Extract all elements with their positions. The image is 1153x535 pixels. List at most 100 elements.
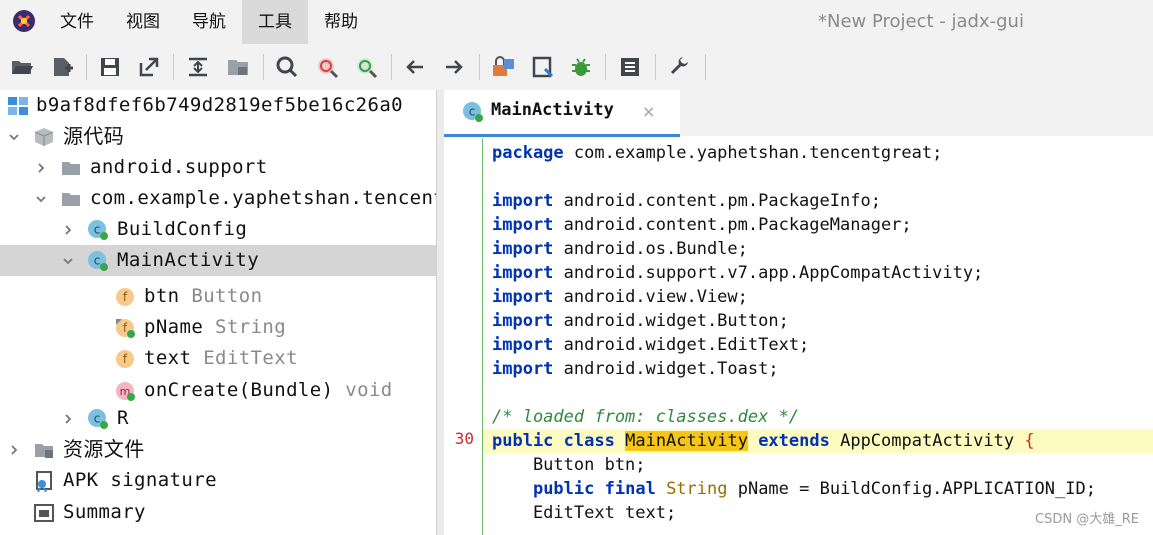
menu-bar: 文件 视图 导航 工具 帮助 xyxy=(44,0,374,44)
flatten-packages-icon[interactable] xyxy=(224,53,252,81)
toolbar-separator xyxy=(605,54,606,80)
tree-field-btn[interactable]: f btn Button xyxy=(0,281,436,312)
method-icon: m xyxy=(114,380,136,402)
toolbar-separator xyxy=(705,54,706,80)
class-icon: c xyxy=(462,101,484,123)
menu-navigation[interactable]: 导航 xyxy=(176,0,242,44)
editor-tab-bar: c MainActivity × xyxy=(444,90,1153,137)
code-editor: c MainActivity × 30 package com.example.… xyxy=(444,90,1153,535)
code-line: import android.widget.Toast; xyxy=(492,359,779,379)
svg-text:c: c xyxy=(94,412,101,426)
tree-field-label: pName String xyxy=(144,316,287,338)
tab-mainactivity[interactable]: c MainActivity × xyxy=(444,90,680,137)
class-icon: c xyxy=(87,408,109,430)
certificate-icon xyxy=(33,470,55,493)
panel-splitter[interactable] xyxy=(436,90,444,535)
menu-help[interactable]: 帮助 xyxy=(308,0,374,44)
sync-icon[interactable] xyxy=(184,53,212,81)
field-icon: f xyxy=(114,317,136,339)
code-line: import android.content.pm.PackageInfo; xyxy=(492,191,881,211)
title-bar: 文件 视图 导航 工具 帮助 *New Project - jadx-gui xyxy=(0,0,1153,44)
tree-summary[interactable]: Summary xyxy=(0,497,436,528)
menu-tools[interactable]: 工具 xyxy=(242,0,308,44)
tree-class-label: MainActivity xyxy=(117,249,260,271)
find-class-icon[interactable] xyxy=(313,53,341,81)
quick-tab-icon[interactable] xyxy=(529,53,557,81)
code-line: package com.example.yaphetshan.tencentgr… xyxy=(492,143,943,163)
code-line: import android.widget.Button; xyxy=(492,311,789,331)
tree-class-mainactivity[interactable]: c MainActivity xyxy=(0,245,436,276)
tree-source-code-label: 源代码 xyxy=(63,124,125,148)
tree-class-r[interactable]: c R xyxy=(0,403,436,434)
package-folder-icon xyxy=(60,188,82,210)
line-number: 30 xyxy=(454,429,474,448)
tree-method-oncreate[interactable]: m onCreate(Bundle) void xyxy=(0,375,436,406)
menu-view[interactable]: 视图 xyxy=(110,0,176,44)
toolbar xyxy=(0,44,1153,90)
toolbar-separator xyxy=(479,54,480,80)
svg-text:c: c xyxy=(94,254,101,268)
toolbar-separator xyxy=(173,54,174,80)
code-line: import android.view.View; xyxy=(492,287,748,307)
deobfuscation-icon[interactable] xyxy=(489,53,517,81)
toolbar-separator xyxy=(86,54,87,80)
chevron-down-icon[interactable] xyxy=(6,121,22,152)
class-icon: c xyxy=(87,250,109,272)
save-icon[interactable] xyxy=(96,53,124,81)
svg-text:c: c xyxy=(469,105,476,119)
open-folder-icon[interactable] xyxy=(8,53,36,81)
chevron-right-icon[interactable] xyxy=(6,434,22,465)
resources-folder-icon xyxy=(33,439,55,461)
tree-resources[interactable]: 资源文件 xyxy=(0,434,436,465)
add-file-icon[interactable] xyxy=(48,53,76,81)
summary-icon xyxy=(33,502,55,524)
tree-summary-label: Summary xyxy=(63,501,146,523)
toolbar-separator xyxy=(655,54,656,80)
menu-file[interactable]: 文件 xyxy=(44,0,110,44)
log-icon[interactable] xyxy=(616,53,644,81)
toolbar-separator xyxy=(263,54,264,80)
project-root-icon xyxy=(7,95,29,117)
search-icon[interactable] xyxy=(273,53,301,81)
code-comment: /* loaded from: classes.dex */ xyxy=(492,407,800,427)
preferences-icon[interactable] xyxy=(666,53,694,81)
watermark: CSDN @大雄_RE xyxy=(1035,512,1139,527)
field-icon: f xyxy=(114,348,136,370)
field-icon: f xyxy=(114,286,136,308)
find-usage-icon[interactable] xyxy=(352,53,380,81)
toolbar-separator xyxy=(391,54,392,80)
tree-apk-signature[interactable]: APK signature xyxy=(0,465,436,496)
close-icon[interactable]: × xyxy=(642,102,655,121)
tab-label: MainActivity xyxy=(491,100,614,120)
tree-field-pname[interactable]: f pName String xyxy=(0,312,436,343)
chevron-right-icon[interactable] xyxy=(60,214,76,245)
chevron-right-icon[interactable] xyxy=(60,403,76,434)
class-icon: c xyxy=(87,219,109,241)
class-name-highlight: MainActivity xyxy=(625,431,748,451)
tree-apk-signature-label: APK signature xyxy=(63,469,217,491)
debug-icon[interactable] xyxy=(567,53,595,81)
chevron-down-icon[interactable] xyxy=(60,245,76,276)
tree-root[interactable]: b9af8dfef6b749d2819ef5be16c26a0 xyxy=(0,90,436,121)
window-title: *New Project - jadx-gui xyxy=(818,11,1024,32)
tree-field-label: btn Button xyxy=(144,285,263,307)
tree-package-main[interactable]: com.example.yaphetshan.tencentgreat xyxy=(0,183,436,214)
tree-field-text[interactable]: f text EditText xyxy=(0,343,436,374)
tree-class-label: BuildConfig xyxy=(117,218,248,240)
tree-resources-label: 资源文件 xyxy=(63,437,145,461)
package-folder-icon xyxy=(60,157,82,179)
tree-field-label: text EditText xyxy=(144,347,298,369)
tree-source-code[interactable]: 源代码 xyxy=(0,121,436,152)
svg-text:c: c xyxy=(94,223,101,237)
forward-icon[interactable] xyxy=(440,53,468,81)
tree-package-android-support[interactable]: android.support xyxy=(0,152,436,183)
chevron-right-icon[interactable] xyxy=(33,152,49,183)
export-icon[interactable] xyxy=(135,53,163,81)
code-line-highlighted: public class MainActivity extends AppCom… xyxy=(483,429,1153,453)
tree-class-buildconfig[interactable]: c BuildConfig xyxy=(0,214,436,245)
jadx-logo-icon xyxy=(11,8,37,34)
chevron-down-icon[interactable] xyxy=(33,183,49,214)
back-icon[interactable] xyxy=(401,53,429,81)
code-line: import android.widget.EditText; xyxy=(492,335,810,355)
project-tree: b9af8dfef6b749d2819ef5be16c26a0 源代码 andr… xyxy=(0,90,436,535)
